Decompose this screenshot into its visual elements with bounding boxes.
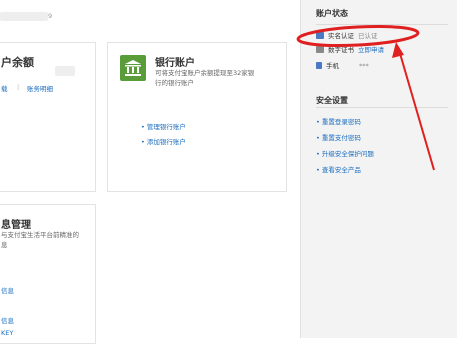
account-detail-link[interactable]: 账务明细 [27,83,53,93]
bank-account-card: 银行账户 可将支付宝账户余额提现至32家银 行的银行账户 • 管理银行账户 • … [107,42,287,192]
phone-value: *** [359,62,369,70]
bank-account-desc-2: 行的银行账户 [155,79,194,87]
certificate-icon [316,46,324,53]
balance-action-link[interactable]: 载 [1,83,8,93]
certificate-row: 数字证书 立即申请 [316,45,384,55]
apply-certificate-link[interactable]: 立即申请 [358,46,384,54]
info-link-key[interactable]: KEY [1,329,13,337]
phone-row: 手机 *** [316,61,369,71]
account-status-heading: 账户状态 [316,9,348,18]
reset-login-password-link[interactable]: 重置登录密码 [316,116,361,126]
right-sidebar: 账户状态 实名认证已认证 数字证书立即申请 手机*** 安全设置 重置登录密码 … [300,0,457,338]
reset-payment-password-link[interactable]: 重置支付密码 [316,132,361,142]
bank-account-desc-1: 可将支付宝账户余额提现至32家银 [155,69,255,77]
realname-label: 实名认证 [328,32,354,40]
info-management-title: 息管理 [1,220,31,231]
info-link-2[interactable]: 信息 [1,315,14,325]
info-management-card: 息管理 与支付宝生活平台前精准的 息 信息 信息 KEY [0,204,96,344]
manage-bank-accounts-link[interactable]: • 管理银行账户 [141,121,186,131]
balance-title: 户余额 [1,56,34,69]
view-security-products-link[interactable]: 查看安全产品 [316,164,361,174]
upgrade-security-question-link[interactable]: 升级安全保护问题 [316,148,374,158]
status-divider [316,24,448,25]
bank-icon [120,55,146,81]
add-bank-account-link[interactable]: • 添加银行账户 [141,136,186,146]
certificate-label: 数字证书 [328,46,354,54]
info-management-desc-2: 息 [1,241,8,249]
phone-icon [316,62,322,69]
masked-account-name [0,12,48,21]
info-link-1[interactable]: 信息 [1,285,14,295]
header-fragment: 9 [48,12,53,20]
security-settings-heading: 安全设置 [316,96,348,105]
realname-value: 已认证 [358,32,378,40]
realname-row: 实名认证 已认证 [316,31,378,41]
info-management-desc-1: 与支付宝生活平台前精准的 [1,231,79,239]
id-card-icon [316,32,324,39]
security-divider [316,107,448,108]
balance-amount-mask [55,66,75,76]
balance-card: 户余额 载 | 账务明细 [0,42,96,192]
bank-account-title: 银行账户 [155,58,195,69]
phone-label: 手机 [326,62,339,70]
balance-link-separator: | [17,83,20,91]
